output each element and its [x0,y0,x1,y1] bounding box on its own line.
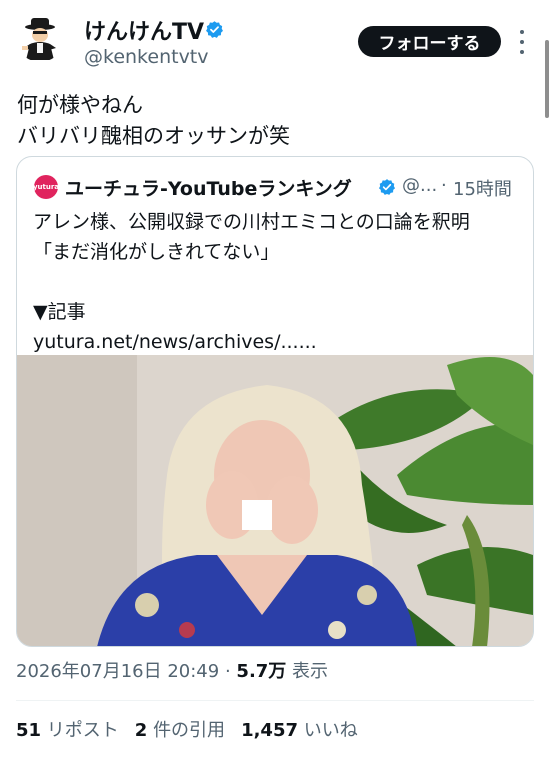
tweet-datetime[interactable]: 2026年07月16日 20:49 [16,661,219,682]
dot [520,30,524,34]
quote-label: 件の引用 [153,720,226,741]
tweet-text-line: バリバリ醜相のオッサンが笑 [17,124,290,148]
separator-dot: · [224,661,231,682]
quotes-stat[interactable]: 2 件の引用 [135,716,225,742]
quoted-handle: @... [402,175,438,196]
quote-count: 2 [134,720,148,741]
quoted-tweet-text: アレン様、公開収録での川村エミコとの口論を釈明 「まだ消化がしきれてない」 ▼記… [33,211,470,353]
likes-stat[interactable]: 1,457 いいね [241,716,358,742]
dot [520,50,524,54]
view-count: 5.7万 [236,661,287,682]
reposts-stat[interactable]: 51 リポスト [16,716,119,742]
tweet-text-line: 何が様やねん [17,93,143,117]
view-label: 表示 [292,661,329,682]
avatar-illustration [16,14,64,62]
tweet-meta: 2026年07月16日 20:49 · 5.7万 表示 [16,657,328,683]
quoted-tweet-image[interactable] [17,355,533,646]
dot [520,40,524,44]
repost-label: リポスト [46,720,119,741]
repost-count: 51 [16,720,42,741]
like-count: 1,457 [241,720,298,741]
more-options-icon[interactable] [518,30,526,54]
avatar[interactable] [16,14,64,62]
engagement-stats: 51 リポスト 2 件の引用 1,457 いいね [16,716,358,742]
like-label: いいね [303,720,358,741]
separator-dot: · [441,175,447,196]
photo-illustration [17,355,533,646]
user-handle[interactable]: @kenkentvtv [84,46,209,68]
verified-badge-icon [378,179,396,195]
display-name[interactable]: けんけんTV [84,14,204,46]
follow-button[interactable]: フォローする [358,26,501,57]
quoted-tweet-card[interactable]: yutura ユーチュラ-YouTubeランキング @... · 15時間 アレ… [16,156,534,647]
divider [16,700,534,701]
tweet-header: けんけんTV @kenkentvtv フォローする [0,0,550,82]
quoted-timestamp: 15時間 [453,179,512,200]
tweet-text: 何が様やねん バリバリ醜相のオッサンが笑 [17,90,290,152]
quoted-display-name: ユーチュラ-YouTubeランキング [65,178,352,200]
quoted-avatar: yutura [33,175,59,199]
verified-badge-icon [206,21,223,38]
